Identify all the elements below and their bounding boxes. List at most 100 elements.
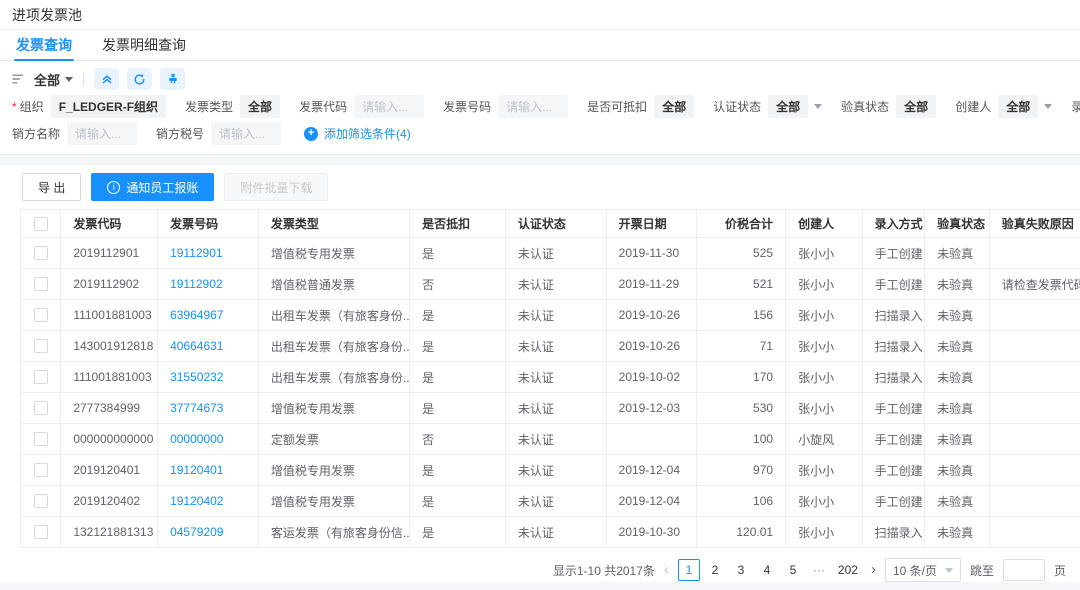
page-number-2[interactable]: 2 bbox=[704, 559, 726, 581]
invoice-table-body: 201911290119112901增值税专用发票是未认证2019-11-305… bbox=[21, 238, 1080, 548]
filter-label: 录入方式 bbox=[1071, 98, 1080, 115]
cell-date: 2019-10-02 bbox=[606, 362, 697, 393]
cell-auth: 未认证 bbox=[505, 455, 606, 486]
prev-page-button[interactable]: ‹ bbox=[664, 560, 669, 580]
cell-number[interactable]: 63964967 bbox=[158, 300, 259, 331]
cell-entry: 扫描录入 bbox=[862, 300, 925, 331]
col-code: 发票代码 bbox=[61, 210, 158, 238]
page-number-4[interactable]: 4 bbox=[756, 559, 778, 581]
tab-invoice-query[interactable]: 发票查询 bbox=[16, 30, 72, 60]
cell-code: 2777384999 bbox=[61, 393, 158, 424]
cell-creator: 张小小 bbox=[786, 269, 863, 300]
row-checkbox-cell bbox=[21, 517, 61, 548]
filter-value-chip[interactable]: 全部 bbox=[768, 95, 808, 118]
filter-text-input[interactable]: 请输入... bbox=[67, 122, 137, 145]
row-checkbox-cell bbox=[21, 455, 61, 486]
batch-download-button[interactable]: 附件批量下载 bbox=[224, 173, 328, 201]
filter-deductible: 是否可抵扣全部 bbox=[587, 95, 694, 118]
col-creator: 创建人 bbox=[786, 210, 863, 238]
add-filter-condition-link[interactable]: + 添加筛选条件(4) bbox=[304, 125, 411, 142]
row-checkbox[interactable] bbox=[34, 277, 48, 291]
cell-number[interactable]: 19112901 bbox=[158, 238, 259, 269]
page-number-3[interactable]: 3 bbox=[730, 559, 752, 581]
collapse-filters-button[interactable] bbox=[94, 68, 119, 90]
cell-type: 客运发票（有旅客身份信... bbox=[258, 517, 409, 548]
toolbar-divider bbox=[83, 72, 84, 86]
cell-creator: 张小小 bbox=[786, 238, 863, 269]
cell-auth: 未认证 bbox=[505, 486, 606, 517]
page-number-202[interactable]: 202 bbox=[834, 559, 862, 581]
cell-date bbox=[606, 424, 697, 455]
cell-number[interactable]: 19120402 bbox=[158, 486, 259, 517]
cell-amount: 106 bbox=[697, 486, 786, 517]
row-checkbox[interactable] bbox=[34, 494, 48, 508]
chevron-down-icon[interactable] bbox=[814, 104, 822, 109]
filter-lines-icon bbox=[12, 73, 26, 85]
col-fail_reason: 验真失败原因 bbox=[989, 210, 1080, 238]
filter-text-input[interactable]: 请输入... bbox=[498, 95, 568, 118]
cell-creator: 张小小 bbox=[786, 393, 863, 424]
cell-deductible: 否 bbox=[410, 424, 506, 455]
filter-value-chip[interactable]: 全部 bbox=[896, 95, 936, 118]
table-row: 201911290219112902增值税普通发票否未认证2019-11-295… bbox=[21, 269, 1080, 300]
invoice-table: 发票代码发票号码发票类型是否抵扣认证状态开票日期价税合计创建人录入方式验真状态验… bbox=[20, 209, 1080, 548]
cell-number[interactable]: 37774673 bbox=[158, 393, 259, 424]
cell-verify: 未验真 bbox=[925, 362, 990, 393]
notify-employee-button[interactable]: i 通知员工报账 bbox=[91, 173, 214, 201]
row-checkbox[interactable] bbox=[34, 339, 48, 353]
table-row: 201912040119120401增值税专用发票是未认证2019-12-049… bbox=[21, 455, 1080, 486]
jump-to-page-input[interactable] bbox=[1003, 559, 1045, 581]
cell-type: 增值税专用发票 bbox=[258, 486, 409, 517]
jump-to-label: 跳至 bbox=[970, 562, 994, 579]
cell-number[interactable]: 31550232 bbox=[158, 362, 259, 393]
filter-scheme-label: 全部 bbox=[34, 70, 60, 89]
row-checkbox-cell bbox=[21, 331, 61, 362]
cell-number[interactable]: 19112902 bbox=[158, 269, 259, 300]
filter-value-chip[interactable]: 全部 bbox=[654, 95, 694, 118]
cell-number[interactable]: 00000000 bbox=[158, 424, 259, 455]
row-checkbox-cell bbox=[21, 393, 61, 424]
row-checkbox[interactable] bbox=[34, 370, 48, 384]
page-number-5[interactable]: 5 bbox=[782, 559, 804, 581]
refresh-button[interactable] bbox=[127, 68, 152, 90]
row-checkbox[interactable] bbox=[34, 463, 48, 477]
cell-date: 2019-11-30 bbox=[606, 238, 697, 269]
page-number-1[interactable]: 1 bbox=[678, 559, 700, 581]
select-all-cell bbox=[21, 210, 61, 238]
filter-value-chip[interactable]: F_LEDGER-F组织 bbox=[51, 95, 166, 118]
row-checkbox[interactable] bbox=[34, 525, 48, 539]
filter-label: 组织 bbox=[20, 98, 44, 115]
cell-type: 增值税专用发票 bbox=[258, 238, 409, 269]
chevron-down-icon[interactable] bbox=[1044, 104, 1052, 109]
tab-invoice-detail-query[interactable]: 发票明细查询 bbox=[102, 30, 186, 60]
select-all-checkbox[interactable] bbox=[34, 217, 48, 231]
filter-value-chip[interactable]: 全部 bbox=[240, 95, 280, 118]
cell-creator: 小旋风 bbox=[786, 424, 863, 455]
cell-fail_reason bbox=[989, 393, 1080, 424]
cell-entry: 扫描录入 bbox=[862, 517, 925, 548]
row-checkbox[interactable] bbox=[34, 432, 48, 446]
row-checkbox[interactable] bbox=[34, 308, 48, 322]
filter-verify-status: 验真状态全部 bbox=[841, 95, 936, 118]
cell-number[interactable]: 40664631 bbox=[158, 331, 259, 362]
filter-value-chip[interactable]: 全部 bbox=[998, 95, 1038, 118]
cell-number[interactable]: 04579209 bbox=[158, 517, 259, 548]
export-button[interactable]: 导 出 bbox=[22, 173, 81, 201]
filter-scheme-select[interactable]: 全部 bbox=[34, 70, 73, 89]
filter-label: 发票代码 bbox=[299, 98, 347, 115]
col-number: 发票号码 bbox=[158, 210, 259, 238]
cell-entry: 手工创建 bbox=[862, 424, 925, 455]
plus-circle-icon: + bbox=[304, 127, 318, 141]
cell-code: 2019120401 bbox=[61, 455, 158, 486]
cell-code: 2019112901 bbox=[61, 238, 158, 269]
row-checkbox[interactable] bbox=[34, 401, 48, 415]
filter-text-input[interactable]: 请输入... bbox=[354, 95, 424, 118]
clear-filters-button[interactable] bbox=[160, 68, 185, 90]
filter-text-input[interactable]: 请输入... bbox=[211, 122, 281, 145]
row-checkbox[interactable] bbox=[34, 246, 48, 260]
filter-invoice-code: 发票代码请输入... bbox=[299, 95, 424, 118]
cell-creator: 张小小 bbox=[786, 331, 863, 362]
next-page-button[interactable]: › bbox=[871, 560, 876, 580]
page-size-select[interactable]: 10 条/页 bbox=[885, 558, 961, 582]
cell-number[interactable]: 19120401 bbox=[158, 455, 259, 486]
